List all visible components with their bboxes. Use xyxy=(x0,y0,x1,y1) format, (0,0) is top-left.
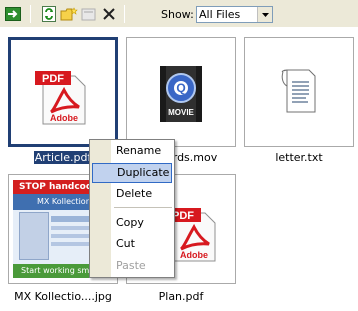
text-document-icon xyxy=(281,69,316,113)
file-label[interactable]: MX Kollectio....jpg xyxy=(8,290,118,303)
delete-x-icon xyxy=(103,8,115,20)
menu-item-duplicate[interactable]: Duplicate xyxy=(92,163,172,183)
delete-button[interactable] xyxy=(100,5,118,23)
new-folder-icon xyxy=(60,6,78,20)
toolbar-separator xyxy=(124,5,125,23)
menu-item-cut[interactable]: Cut xyxy=(92,234,172,254)
menu-item-rename[interactable]: Rename xyxy=(92,141,172,161)
movie-badge-text: MOVIE xyxy=(168,108,194,117)
dropdown-arrow[interactable] xyxy=(257,7,272,22)
new-file-button[interactable] xyxy=(80,5,98,23)
pdf-brand-text: Adobe xyxy=(180,250,208,260)
refresh-icon xyxy=(42,6,56,22)
pdf-badge-text: PDF xyxy=(172,210,194,222)
toolbar: Show: All Files xyxy=(0,0,358,27)
file-label[interactable]: letter.txt xyxy=(244,151,354,164)
file-label[interactable]: Plan.pdf xyxy=(126,290,236,303)
pdf-brand-text: Adobe xyxy=(50,113,78,123)
chevron-down-icon xyxy=(261,12,269,17)
file-tile[interactable] xyxy=(244,37,354,147)
file-tile[interactable]: PDF Adobe xyxy=(8,37,118,147)
quicktime-movie-icon: Q MOVIE xyxy=(160,66,202,122)
toolbar-separator xyxy=(30,5,31,23)
show-label: Show: xyxy=(161,8,194,21)
refresh-button[interactable] xyxy=(40,5,58,23)
file-tile[interactable]: Q MOVIE xyxy=(126,37,236,147)
go-up-button[interactable] xyxy=(4,5,22,23)
menu-separator xyxy=(114,207,172,208)
menu-item-paste: Paste xyxy=(116,259,146,272)
file-grid: PDF Adobe Article.pdf Q MOVIE rds.mov le… xyxy=(0,27,358,311)
svg-text:Q: Q xyxy=(176,81,185,95)
context-menu: Rename Duplicate Delete Copy Cut Paste xyxy=(89,139,175,278)
new-folder-button[interactable] xyxy=(60,5,78,23)
new-file-icon xyxy=(81,8,96,20)
pdf-badge-text: PDF xyxy=(42,73,64,85)
file-filter-value: All Files xyxy=(199,8,241,21)
menu-item-copy[interactable]: Copy xyxy=(92,213,172,233)
menu-item-delete[interactable]: Delete xyxy=(92,184,172,204)
file-filter-select[interactable]: All Files xyxy=(196,6,273,23)
arrow-right-icon xyxy=(5,7,21,21)
pdf-icon: PDF Adobe xyxy=(35,71,86,125)
